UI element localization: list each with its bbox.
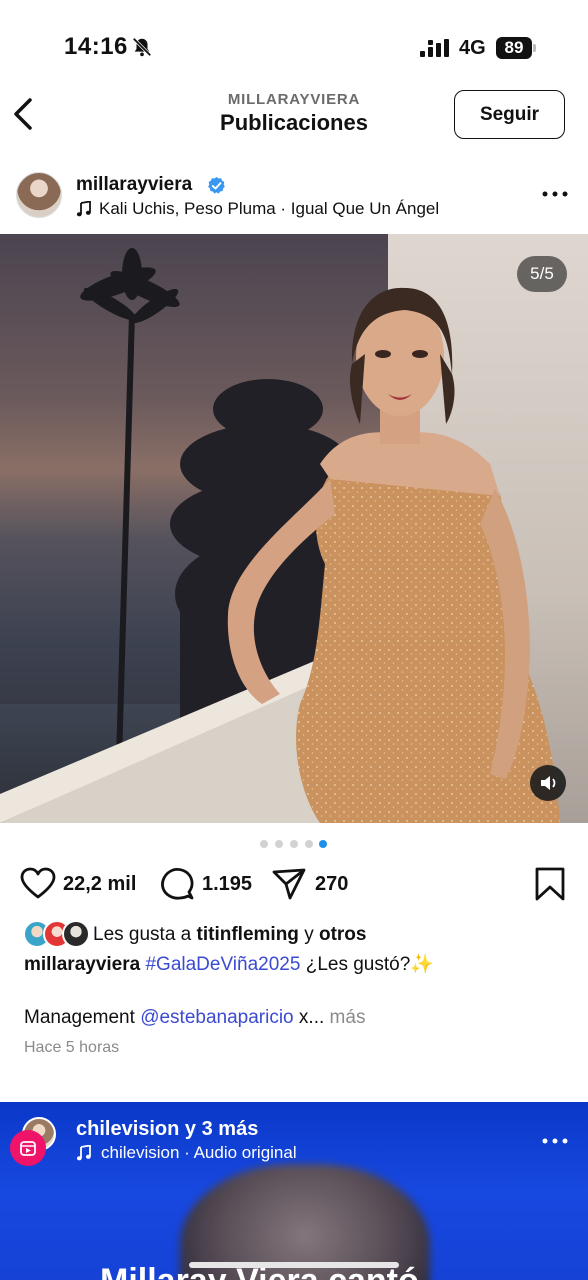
liked-by-text: Les gusta a titinfleming y otros: [93, 924, 366, 946]
carousel-dot-active: [319, 840, 327, 848]
speaker-icon[interactable]: [530, 765, 566, 801]
liked-by-row[interactable]: Les gusta a titinfleming y otros: [0, 920, 588, 950]
verified-badge-icon: [208, 176, 225, 194]
shares-count[interactable]: 270: [315, 873, 348, 896]
post-actions: 22,2 mil 1.195 270: [0, 864, 588, 908]
post-header: millarayviera Kali Uchis, Peso Pluma · I…: [0, 168, 588, 228]
music-note-icon: [76, 201, 91, 217]
network-type: 4G: [459, 37, 486, 59]
post-media[interactable]: 5/5: [0, 234, 588, 823]
next-post-user[interactable]: chilevision: [76, 1118, 179, 1140]
music-note-icon: [76, 1145, 91, 1161]
liked-by-others[interactable]: otros: [319, 924, 367, 945]
sparkles-emoji: ✨: [410, 954, 434, 975]
more-options-icon[interactable]: [540, 1129, 570, 1153]
liked-by-mid: y: [298, 924, 319, 945]
carousel-dot: [305, 840, 313, 848]
post-username[interactable]: millarayviera: [76, 174, 192, 196]
battery-icon: 89: [496, 37, 532, 59]
liked-by-prefix: Les gusta a: [93, 924, 197, 945]
bookmark-icon[interactable]: [532, 866, 568, 902]
signal-icon: [420, 39, 449, 57]
management-prefix: Management: [24, 1007, 141, 1028]
bell-slash-icon: [132, 37, 152, 57]
carousel-dots: [260, 840, 330, 850]
liked-by-user[interactable]: titinfleming: [197, 924, 299, 945]
carousel-dot: [275, 840, 283, 848]
next-post-username[interactable]: chilevision y 3 más: [76, 1118, 258, 1141]
caption-management-line: Management @estebanaparicio x... más: [24, 1005, 564, 1031]
avatar[interactable]: [16, 172, 62, 218]
liker-avatar: [62, 920, 90, 948]
next-post-audio[interactable]: chilevision · Audio original: [101, 1143, 297, 1163]
home-indicator[interactable]: [189, 1262, 399, 1268]
carousel-dot: [260, 840, 268, 848]
follow-button[interactable]: Seguir: [454, 90, 565, 139]
heart-icon[interactable]: [20, 866, 56, 902]
management-mention[interactable]: @estebanaparicio: [140, 1007, 293, 1028]
post-caption: millarayviera #GalaDeViña2025 ¿Les gustó…: [24, 952, 564, 978]
media-counter-badge: 5/5: [517, 256, 567, 292]
more-options-icon[interactable]: [540, 182, 570, 206]
post-song[interactable]: Kali Uchis, Peso Pluma · Igual Que Un Án…: [99, 199, 439, 219]
more-link[interactable]: más: [324, 1007, 366, 1028]
caption-text: ¿Les gustó?: [300, 954, 411, 975]
management-suffix: x...: [293, 1007, 325, 1028]
nav-header: MILLARAYVIERA Publicaciones Seguir: [0, 90, 588, 150]
comments-count[interactable]: 1.195: [202, 873, 252, 896]
caption-username[interactable]: millarayviera: [24, 954, 140, 975]
status-time: 14:16: [64, 33, 128, 60]
status-bar: 14:16 4G 89: [0, 0, 588, 90]
likes-count[interactable]: 22,2 mil: [63, 873, 136, 896]
share-icon[interactable]: [271, 866, 307, 902]
caption-hashtag[interactable]: #GalaDeViña2025: [145, 954, 300, 975]
next-post-others[interactable]: y 3 más: [179, 1118, 258, 1140]
next-post[interactable]: chilevision y 3 más chilevision · Audio …: [0, 1102, 588, 1280]
battery-tip: [533, 44, 536, 52]
post-timestamp: Hace 5 horas: [24, 1039, 120, 1056]
comment-icon[interactable]: [159, 866, 195, 902]
post-photo: [0, 248, 560, 823]
carousel-dot: [290, 840, 298, 848]
reel-badge-icon: [10, 1130, 46, 1166]
